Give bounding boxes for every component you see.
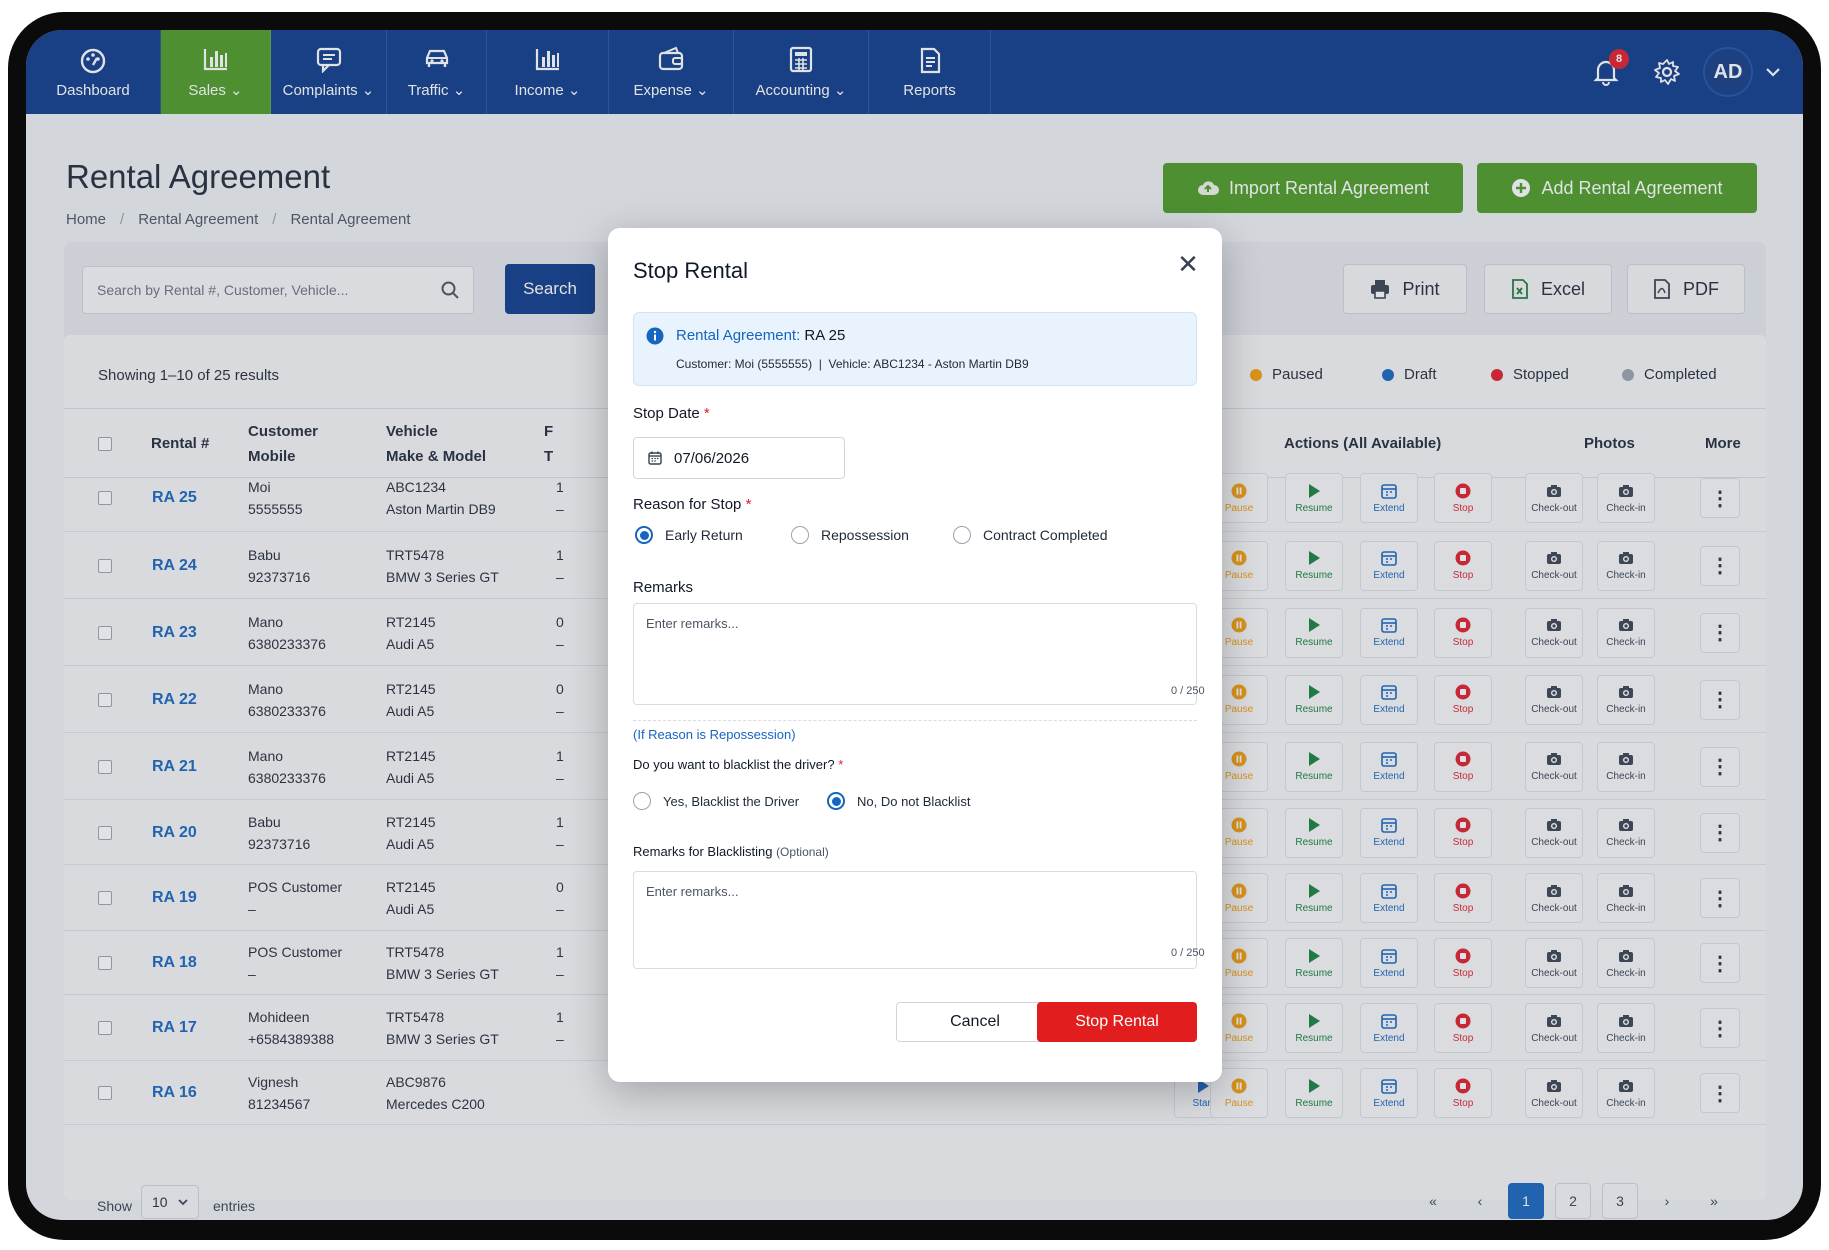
optional-label: (Optional) — [776, 845, 829, 859]
remarks-placeholder: Enter remarks... — [646, 616, 739, 631]
blacklist-yes[interactable]: Yes, Blacklist the Driver — [633, 792, 799, 810]
reason-early-return[interactable]: Early Return — [635, 526, 743, 544]
agreement-info-box: Rental Agreement: RA 25 Customer: Moi (5… — [633, 312, 1197, 386]
radio-selected — [827, 792, 845, 810]
stop-date-label-text: Stop Date — [633, 405, 700, 422]
blacklist-remarks-textarea[interactable]: Enter remarks... — [633, 871, 1197, 969]
modal-title: Stop Rental — [633, 258, 748, 283]
blacklist-remarks-label: Remarks for Blacklisting (Optional) — [633, 844, 829, 859]
reason-repossession[interactable]: Repossession — [791, 526, 909, 544]
radio-label: Yes, Blacklist the Driver — [663, 793, 800, 809]
radio-unselected — [953, 526, 971, 544]
remarks-label: Remarks — [633, 579, 694, 596]
close-icon[interactable]: ✕ — [1176, 251, 1200, 277]
blacklist-remarks-placeholder: Enter remarks... — [646, 884, 739, 899]
blacklist-question-text: Do you want to blacklist the driver? — [633, 757, 835, 772]
stop-date-value: 07/06/2026 — [674, 449, 750, 467]
required-mark: * — [838, 757, 844, 772]
agreement-line: Rental Agreement: RA 25 — [676, 327, 845, 344]
radio-selected — [635, 526, 653, 544]
radio-unselected — [791, 526, 809, 544]
calendar-icon — [648, 451, 662, 465]
stop-date-label: Stop Date * — [633, 405, 710, 422]
radio-label: Contract Completed — [983, 527, 1108, 543]
agreement-label: Rental Agreement: — [676, 327, 801, 344]
radio-unselected — [633, 792, 651, 810]
customer-vehicle-line: Customer: Moi (5555555) | Vehicle: ABC12… — [676, 357, 1029, 371]
agreement-value: RA 25 — [804, 327, 846, 344]
remarks-counter: 0 / 250 — [1171, 685, 1205, 697]
stop-date-input[interactable]: 07/06/2026 — [633, 437, 845, 479]
device-frame: Dashboard Sales ⌄ Complaints ⌄ Traffic ⌄… — [8, 12, 1821, 1240]
remarks-textarea[interactable]: Enter remarks... — [633, 603, 1197, 705]
info-icon — [646, 327, 664, 345]
blacklist-no[interactable]: No, Do not Blacklist — [827, 792, 970, 810]
app-screen: Dashboard Sales ⌄ Complaints ⌄ Traffic ⌄… — [26, 30, 1803, 1220]
radio-label: No, Do not Blacklist — [857, 793, 971, 809]
required-mark: * — [745, 496, 752, 513]
cancel-button[interactable]: Cancel — [896, 1002, 1054, 1042]
blacklist-remarks-label-text: Remarks for Blacklisting — [633, 844, 773, 859]
blacklist-question: Do you want to blacklist the driver? * — [633, 757, 843, 772]
divider — [633, 720, 1197, 721]
radio-label: Early Return — [665, 527, 743, 543]
stop-rental-modal: Stop Rental ✕ Rental Agreement: RA 25 Cu… — [608, 228, 1222, 1082]
blacklist-remarks-counter: 0 / 250 — [1171, 947, 1205, 959]
radio-label: Repossession — [821, 527, 909, 543]
reason-label: Reason for Stop * — [633, 496, 751, 513]
stop-rental-button[interactable]: Stop Rental — [1037, 1002, 1197, 1042]
repossession-note: (If Reason is Repossession) — [633, 727, 796, 742]
reason-label-text: Reason for Stop — [633, 496, 742, 513]
reason-contract-completed[interactable]: Contract Completed — [953, 526, 1108, 544]
required-mark: * — [703, 405, 710, 422]
